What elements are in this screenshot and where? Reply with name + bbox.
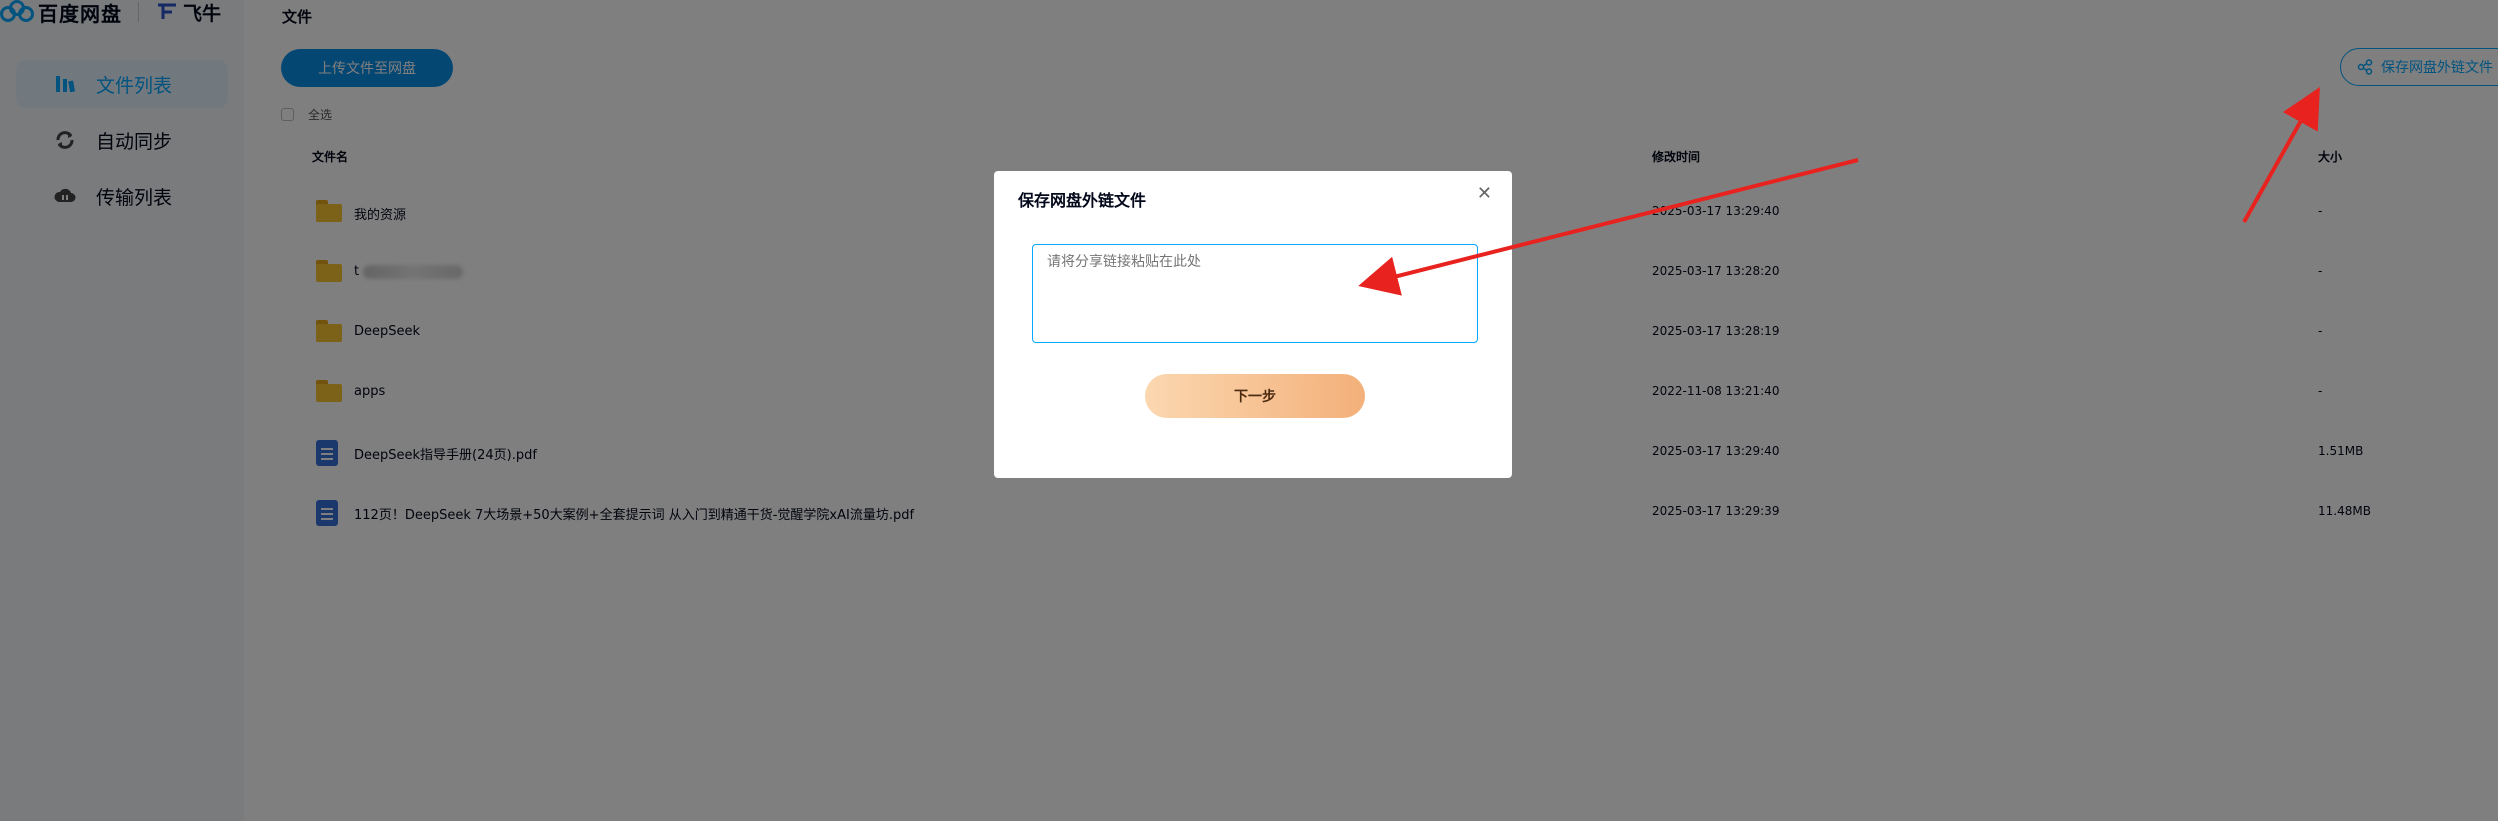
next-step-button[interactable]: 下一步 [1145,374,1365,418]
close-icon[interactable]: ✕ [1477,185,1492,203]
save-share-link-dialog: 保存网盘外链文件 ✕ 下一步 [994,171,1512,478]
dialog-title: 保存网盘外链文件 [1018,191,1147,210]
share-link-input[interactable] [1032,244,1478,343]
